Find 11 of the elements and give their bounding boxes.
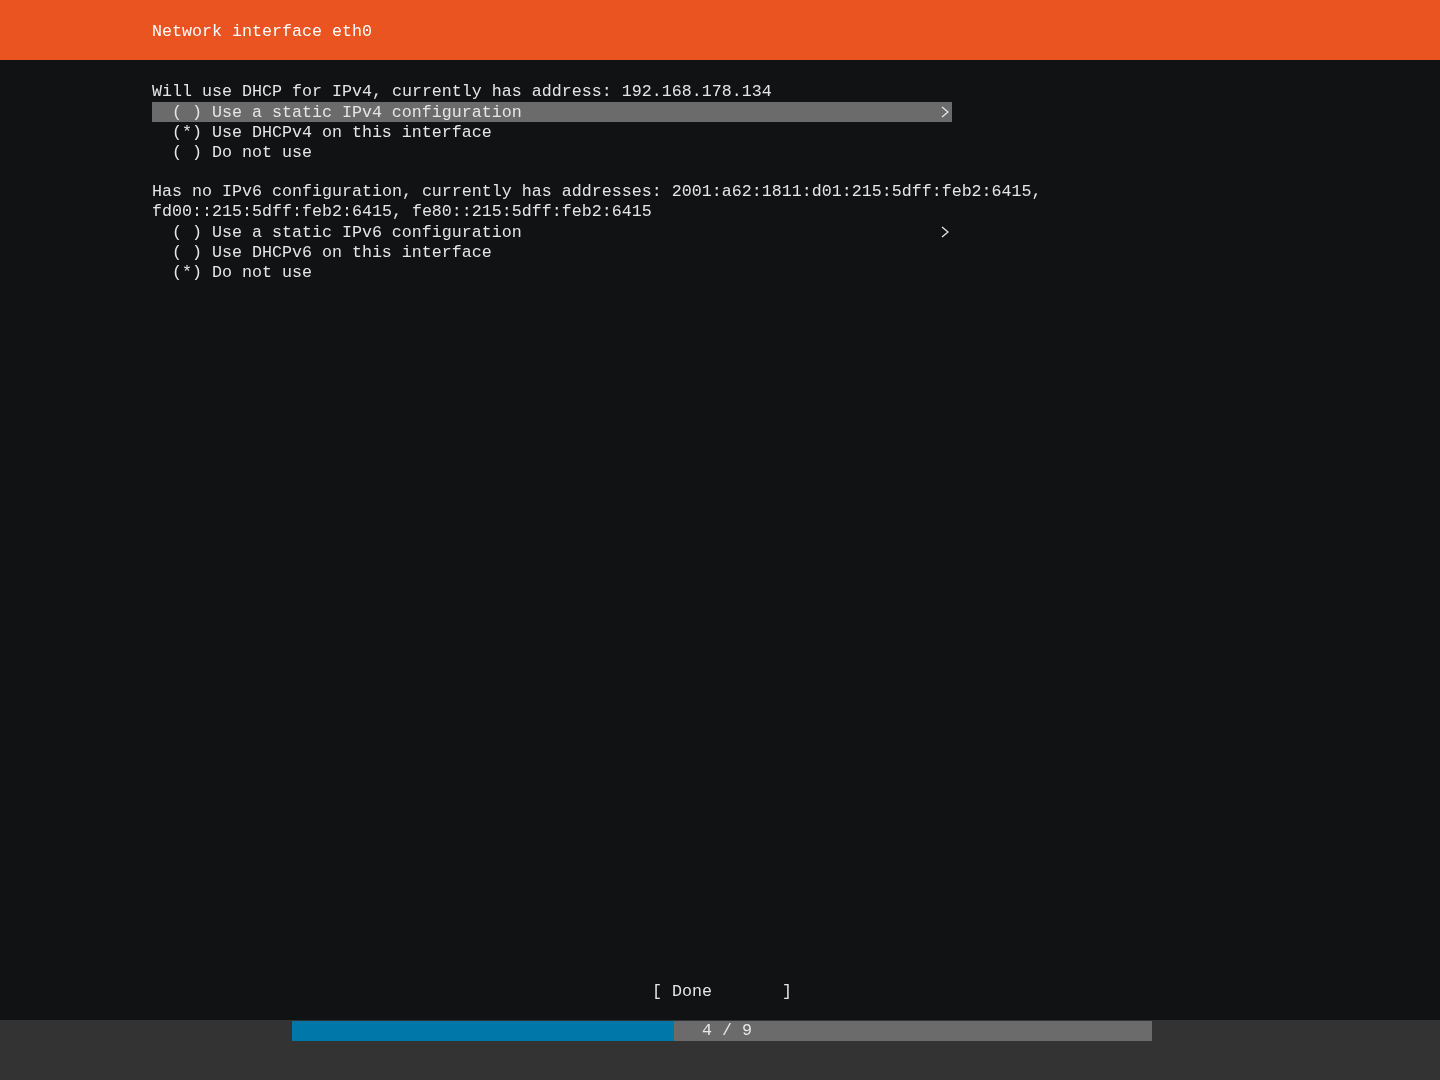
done-button[interactable]: [ Done ]	[652, 982, 792, 1002]
progress-label: 4 / 9	[701, 1021, 753, 1041]
radio-option[interactable]: ( ) Use a static IPv6 configuration	[152, 222, 952, 242]
description-text: Will use DHCP for IPv4, currently has address: 192.168.178.134	[152, 82, 773, 102]
radio-option[interactable]: (*) Do not use	[152, 262, 952, 282]
radio-option[interactable]: ( ) Use a static IPv4 configuration	[152, 102, 952, 122]
radio-option[interactable]: ( ) Use DHCPv6 on this interface	[152, 242, 952, 262]
radio-option[interactable]: (*) Use DHCPv4 on this interface	[152, 122, 952, 142]
radio-option[interactable]: ( ) Do not use	[152, 142, 952, 162]
description-text: Has no IPv6 configuration, currently has addresses: 2001:a62:1811:d01:215:5dff:feb2:6415, fd00::215:5dff:feb2:6415, fe80::215:5dff:feb2:6415	[152, 182, 1043, 222]
window-title: Network interface eth0	[152, 22, 372, 42]
